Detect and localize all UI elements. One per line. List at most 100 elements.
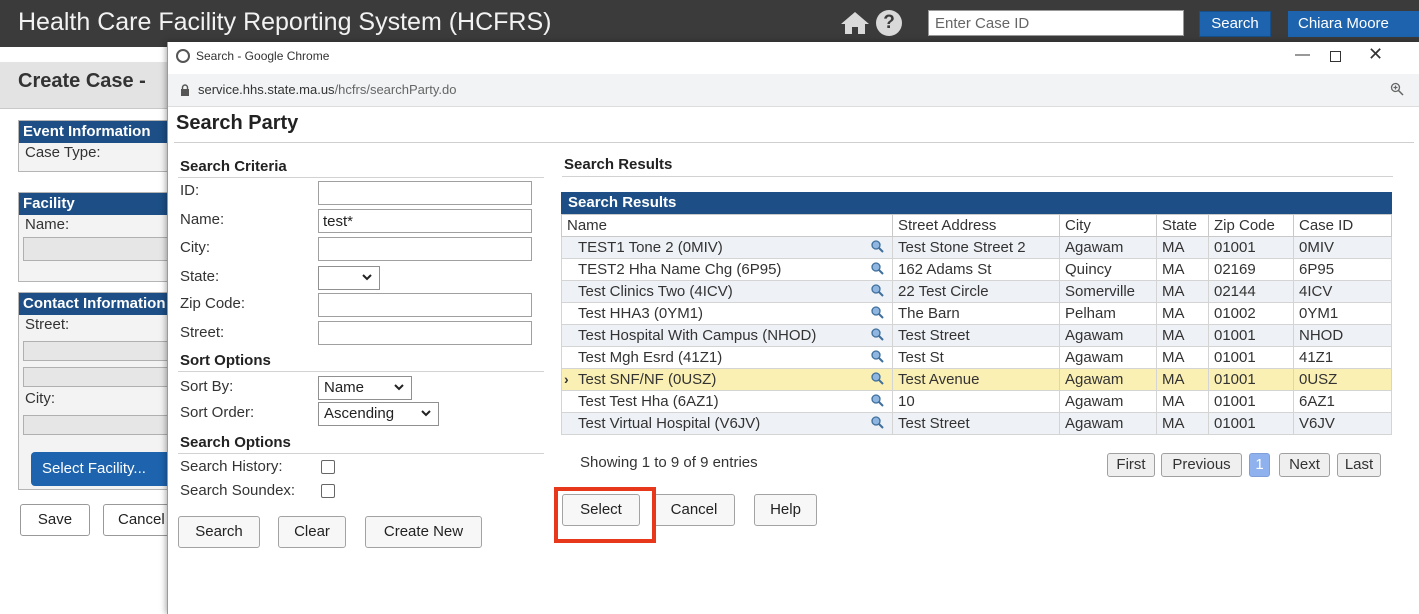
zip-code-input[interactable]	[318, 293, 532, 317]
results-table-body: TEST1 Tone 2 (0MIV) Test Stone Street 2 …	[561, 236, 1392, 435]
cell-city: Agawam	[1059, 324, 1157, 347]
sort-by-select[interactable]: Name	[318, 376, 412, 400]
heading-divider	[174, 142, 1414, 143]
cell-name[interactable]: › Test SNF/NF (0USZ)	[561, 368, 893, 391]
party-name[interactable]: Test HHA3 (0YM1)	[578, 305, 703, 322]
cell-zip-code: 01001	[1208, 346, 1294, 369]
party-name[interactable]: TEST1 Tone 2 (0MIV)	[578, 239, 723, 256]
table-row[interactable]: Test HHA3 (0YM1) The Barn Pelham MA 0100…	[561, 302, 1392, 325]
cell-street-address: Test Street	[892, 412, 1060, 435]
select-facility-button[interactable]: Select Facility...	[31, 452, 171, 486]
highlight-annotation-box	[554, 487, 656, 543]
maximize-icon[interactable]	[1330, 51, 1341, 62]
help-button[interactable]: Help	[754, 494, 817, 526]
table-row[interactable]: Test Virtual Hospital (V6JV) Test Street…	[561, 412, 1392, 435]
magnify-icon[interactable]	[871, 262, 884, 275]
table-row[interactable]: Test Mgh Esrd (41Z1) Test St Agawam MA 0…	[561, 346, 1392, 369]
case-type-label: Case Type:	[25, 144, 101, 161]
table-row[interactable]: Test Hospital With Campus (NHOD) Test St…	[561, 324, 1392, 347]
search-party-popup: Search - Google Chrome — ✕ service.hhs.s…	[167, 42, 1419, 614]
case-id-input[interactable]	[928, 10, 1184, 36]
address-bar[interactable]: service.hhs.state.ma.us/hcfrs/searchPart…	[168, 74, 1419, 107]
search-soundex-checkbox[interactable]	[321, 484, 335, 498]
party-name[interactable]: TEST2 Hha Name Chg (6P95)	[578, 261, 781, 278]
cell-name[interactable]: TEST2 Hha Name Chg (6P95)	[561, 258, 893, 281]
cell-name[interactable]: Test Clinics Two (4ICV)	[561, 280, 893, 303]
party-name[interactable]: Test Virtual Hospital (V6JV)	[578, 415, 760, 432]
cell-city: Quincy	[1059, 258, 1157, 281]
contact-street-field-2[interactable]	[23, 367, 177, 387]
pagination-previous-button[interactable]: Previous	[1161, 453, 1242, 477]
cell-street-address: The Barn	[892, 302, 1060, 325]
cell-zip-code: 02169	[1208, 258, 1294, 281]
header-search-button[interactable]: Search	[1199, 11, 1271, 37]
sort-order-select[interactable]: Ascending	[318, 402, 439, 426]
party-name[interactable]: Test Mgh Esrd (41Z1)	[578, 349, 722, 366]
results-header-row: Name Street Address City State Zip Code …	[561, 214, 1392, 237]
name-input[interactable]	[318, 209, 532, 233]
user-menu-button[interactable]: Chiara Moore	[1288, 11, 1419, 37]
magnify-icon[interactable]	[871, 284, 884, 297]
cell-state: MA	[1156, 390, 1209, 413]
cell-name[interactable]: Test Hospital With Campus (NHOD)	[561, 324, 893, 347]
magnify-icon[interactable]	[871, 394, 884, 407]
city-input[interactable]	[318, 237, 532, 261]
column-header-name[interactable]: Name	[561, 214, 893, 237]
state-label: State:	[180, 268, 220, 285]
id-input[interactable]	[318, 181, 532, 205]
magnify-icon[interactable]	[871, 350, 884, 363]
save-button[interactable]: Save	[20, 504, 90, 536]
url-domain: service.hhs.state.ma.us	[198, 82, 335, 97]
magnify-icon[interactable]	[871, 306, 884, 319]
search-button[interactable]: Search	[178, 516, 260, 548]
column-header-zip-code[interactable]: Zip Code	[1208, 214, 1294, 237]
page-title: Create Case -	[18, 70, 146, 92]
column-header-case-id[interactable]: Case ID	[1293, 214, 1392, 237]
contact-street-field-1[interactable]	[23, 341, 177, 361]
create-new-button[interactable]: Create New	[365, 516, 482, 548]
cell-name[interactable]: Test Test Hha (6AZ1)	[561, 390, 893, 413]
pagination-next-button[interactable]: Next	[1279, 453, 1330, 477]
magnify-icon[interactable]	[871, 372, 884, 385]
cell-case-id: 0MIV	[1293, 236, 1392, 259]
cell-zip-code: 01001	[1208, 412, 1294, 435]
party-name[interactable]: Test Test Hha (6AZ1)	[578, 393, 719, 410]
popup-cancel-button[interactable]: Cancel	[653, 494, 735, 526]
cell-name[interactable]: TEST1 Tone 2 (0MIV)	[561, 236, 893, 259]
state-select[interactable]	[318, 266, 380, 290]
column-header-street-address[interactable]: Street Address	[892, 214, 1060, 237]
cell-name[interactable]: Test HHA3 (0YM1)	[561, 302, 893, 325]
table-row[interactable]: Test Clinics Two (4ICV) 22 Test Circle S…	[561, 280, 1392, 303]
table-row[interactable]: Test Test Hha (6AZ1) 10 Agawam MA 01001 …	[561, 390, 1392, 413]
minimize-icon[interactable]: —	[1295, 46, 1310, 63]
party-name[interactable]: Test Clinics Two (4ICV)	[578, 283, 733, 300]
magnify-icon[interactable]	[871, 240, 884, 253]
contact-city-field[interactable]	[23, 415, 177, 435]
chevron-down-icon	[420, 407, 432, 419]
cell-city: Pelham	[1059, 302, 1157, 325]
cell-state: MA	[1156, 302, 1209, 325]
cell-case-id: V6JV	[1293, 412, 1392, 435]
facility-panel: Facility Name:	[18, 192, 178, 282]
home-icon[interactable]	[840, 11, 870, 35]
magnify-icon[interactable]	[871, 416, 884, 429]
column-header-state[interactable]: State	[1156, 214, 1209, 237]
column-header-city[interactable]: City	[1059, 214, 1157, 237]
pagination-first-button[interactable]: First	[1107, 453, 1155, 477]
clear-button[interactable]: Clear	[278, 516, 346, 548]
party-name[interactable]: Test SNF/NF (0USZ)	[578, 371, 716, 388]
zoom-icon[interactable]	[1390, 82, 1404, 96]
pagination-last-button[interactable]: Last	[1337, 453, 1381, 477]
pagination-page-1[interactable]: 1	[1249, 453, 1270, 477]
table-row[interactable]: TEST1 Tone 2 (0MIV) Test Stone Street 2 …	[561, 236, 1392, 259]
party-name[interactable]: Test Hospital With Campus (NHOD)	[578, 327, 816, 344]
magnify-icon[interactable]	[871, 328, 884, 341]
cell-name[interactable]: Test Virtual Hospital (V6JV)	[561, 412, 893, 435]
table-row-selected[interactable]: › Test SNF/NF (0USZ) Test Avenue Agawam M…	[561, 368, 1392, 391]
cell-name[interactable]: Test Mgh Esrd (41Z1)	[561, 346, 893, 369]
help-icon[interactable]: ?	[876, 10, 902, 36]
table-row[interactable]: TEST2 Hha Name Chg (6P95) 162 Adams St Q…	[561, 258, 1392, 281]
close-icon[interactable]: ✕	[1368, 44, 1383, 65]
search-history-checkbox[interactable]	[321, 460, 335, 474]
street-input[interactable]	[318, 321, 532, 345]
